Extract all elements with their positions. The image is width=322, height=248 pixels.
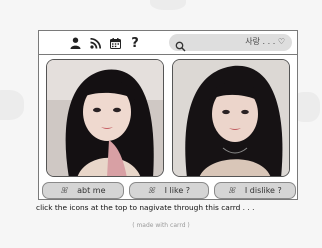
user-icon[interactable] xyxy=(67,35,83,51)
portrait-photo-1 xyxy=(46,59,164,177)
help-icon[interactable]: ? xyxy=(127,35,143,51)
rss-icon[interactable] xyxy=(87,35,103,51)
flower-icon: ꕤ xyxy=(228,185,235,195)
profile-card: ? 사랑 . . . ♡ ꕤ abt me ꕤ I like ? ꕤ I dis… xyxy=(38,30,298,200)
i-like-label: I like ? xyxy=(164,186,191,195)
i-dislike-button[interactable]: ꕤ I dislike ? xyxy=(214,182,296,199)
background-blob xyxy=(150,0,186,10)
flower-icon: ꕤ xyxy=(60,185,68,195)
i-like-button[interactable]: ꕤ I like ? xyxy=(129,182,209,199)
search-text: 사랑 . . . ♡ xyxy=(245,37,285,46)
made-with-carrd-credit[interactable]: ( made with carrd ) xyxy=(0,222,322,229)
about-me-label: abt me xyxy=(77,186,106,195)
portrait-photo-2 xyxy=(172,59,290,177)
navigation-hint-caption: click the icons at the top to nagivate t… xyxy=(36,203,255,212)
about-me-button[interactable]: ꕤ abt me xyxy=(42,182,124,199)
search-icon xyxy=(175,37,186,52)
search-bar[interactable]: 사랑 . . . ♡ xyxy=(169,34,292,52)
i-dislike-label: I dislike ? xyxy=(244,186,282,195)
flower-icon: ꕤ xyxy=(147,185,155,195)
calendar-icon[interactable] xyxy=(107,35,123,51)
top-navigation-bar: ? 사랑 . . . ♡ xyxy=(39,31,297,55)
background-blob xyxy=(0,90,24,120)
